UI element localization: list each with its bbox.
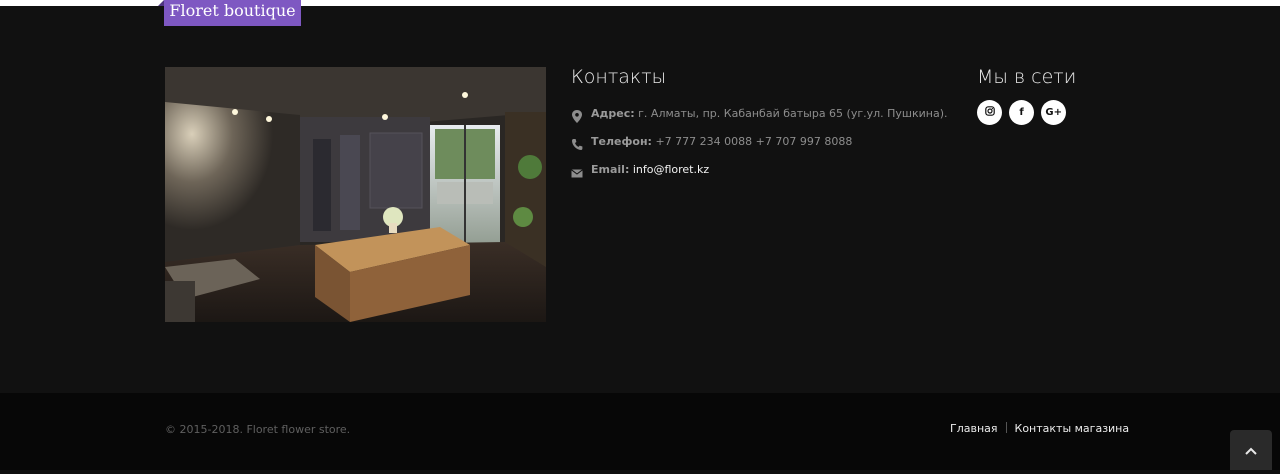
social-icons: f G+ (977, 100, 1177, 126)
nav-divider (1005, 422, 1007, 433)
footer-nav: Главная Контакты магазина (950, 422, 1129, 435)
instagram-icon[interactable] (977, 100, 1002, 125)
chevron-up-icon (1245, 447, 1257, 455)
copyright-text: © 2015-2018. Floret flower store. (165, 423, 351, 436)
email-link[interactable]: info@floret.kz (633, 163, 709, 176)
facebook-icon[interactable]: f (1009, 100, 1035, 125)
map-marker-icon (571, 107, 583, 123)
address-value: г. Алматы, пр. Кабанбай батыра 65 (уг.ул… (638, 107, 948, 120)
contacts-block: Контакты Адрес: г. Алматы, пр. Кабанбай … (571, 66, 951, 184)
email-label: Email: (591, 163, 630, 176)
footer-link-store-contacts[interactable]: Контакты магазина (1015, 422, 1130, 435)
social-block: Мы в сети f G+ (977, 66, 1177, 126)
scroll-to-top-button[interactable] (1230, 430, 1272, 470)
phone-row: Телефон: +7 777 234 0088 +7 707 997 8088 (571, 128, 951, 156)
bottom-footer: © 2015-2018. Floret flower store. Главна… (0, 393, 1280, 470)
contacts-title: Контакты (571, 66, 667, 88)
phone-value: +7 777 234 0088 +7 707 997 8088 (655, 135, 853, 148)
social-title: Мы в сети (977, 66, 1077, 88)
brand-tab[interactable]: Floret boutique (158, 0, 301, 26)
address-row: Адрес: г. Алматы, пр. Кабанбай батыра 65… (571, 100, 951, 128)
email-row: Email: info@floret.kz (571, 156, 951, 184)
shop-interior-photo (165, 67, 546, 322)
footer-info-section: Контакты Адрес: г. Алматы, пр. Кабанбай … (0, 6, 1280, 393)
phone-icon (571, 135, 583, 150)
envelope-icon (571, 163, 583, 178)
address-label: Адрес: (591, 107, 635, 120)
footer-link-home[interactable]: Главная (950, 422, 998, 435)
phone-label: Телефон: (591, 135, 652, 148)
google-plus-icon[interactable]: G+ (1041, 100, 1067, 125)
